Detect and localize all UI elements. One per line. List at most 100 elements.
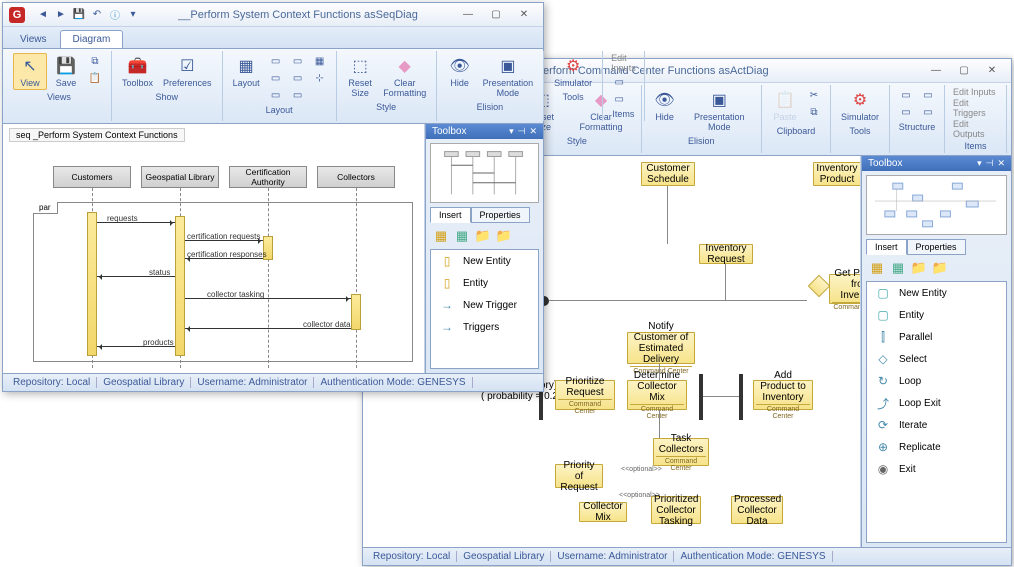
toolbox-dropdown-icon[interactable]: ▾ (977, 158, 982, 169)
toolbox-palette-icon-2[interactable]: ▦ (453, 227, 471, 245)
toolbox-pin-icon[interactable]: ⊣ (986, 158, 994, 169)
presentation-mode-button[interactable]: ▣Presentation Mode (479, 53, 538, 100)
grid-button[interactable]: ▦ (310, 53, 330, 69)
hide-button[interactable]: 👁Hide (443, 53, 477, 90)
toolbox-item-replicate[interactable]: ⊕Replicate (867, 436, 1006, 458)
toolbox-item-loop-exit[interactable]: ⤴Loop Exit (867, 392, 1006, 414)
toolbox-item-new-entity[interactable]: ▯New Entity (431, 250, 538, 272)
clear-formatting-button[interactable]: ◆Clear Formatting (380, 53, 430, 100)
save-button[interactable]: 💾Save (49, 53, 83, 90)
node-prioritized-tasking[interactable]: Prioritized Collector Tasking (651, 496, 701, 524)
toolbox-palette-icon-1[interactable]: ▦ (868, 259, 886, 277)
edit-inputs-link[interactable]: Edit Inputs (609, 53, 638, 73)
toolbox-item-entity[interactable]: ▢Entity (867, 304, 1006, 326)
lifeline-collectors[interactable]: Collectors (317, 166, 395, 188)
toolbox-tab-insert[interactable]: Insert (430, 207, 471, 223)
toolbox-pin-icon[interactable]: ⊣ (518, 126, 526, 137)
size-button[interactable]: ▭ (288, 87, 308, 103)
struct4-button[interactable]: ▭ (918, 104, 938, 120)
node-processed-data[interactable]: Processed Collector Data (731, 496, 783, 524)
edit-outputs-link[interactable]: Edit Outputs (951, 119, 1000, 139)
maximize-button[interactable]: ▢ (483, 6, 509, 24)
node-priority-request[interactable]: Priority of Request (555, 464, 603, 488)
view-button[interactable]: ↖View (13, 53, 47, 90)
toolbox-palette-icon-4[interactable]: 📁 (931, 259, 949, 277)
simulator-button[interactable]: ⚙Simulator (837, 87, 883, 124)
align-center-button[interactable]: ▭ (266, 70, 286, 86)
toolbox-palette-icon-2[interactable]: ▦ (889, 259, 907, 277)
toolbox-item-new-entity[interactable]: ▢New Entity (867, 282, 1006, 304)
node-collector-mix[interactable]: Collector Mix (579, 502, 627, 522)
activation-customers[interactable] (87, 212, 97, 356)
minimize-button[interactable]: — (455, 6, 481, 24)
item-icon-2[interactable]: ▭ (609, 91, 629, 107)
decision-node[interactable] (808, 275, 831, 298)
qat-forward-icon[interactable]: ► (53, 7, 69, 23)
toolbox-palette-icon-3[interactable]: 📁 (474, 227, 492, 245)
distribute-v-button[interactable]: ▭ (288, 70, 308, 86)
toolbox-palette-icon-4[interactable]: 📁 (495, 227, 513, 245)
distribute-h-button[interactable]: ▭ (288, 53, 308, 69)
simulator-button[interactable]: ⚙Simulator (550, 53, 596, 90)
struct3-button[interactable]: ▭ (918, 87, 938, 103)
qat-undo-icon[interactable]: ↶ (89, 7, 105, 23)
node-determine-mix[interactable]: Determine Collector MixCommand Center (627, 380, 687, 410)
align-left-button[interactable]: ▭ (266, 53, 286, 69)
node-add-product[interactable]: Add Product to InventoryCommand Center (753, 380, 813, 410)
edit-inputs-link[interactable]: Edit Inputs (951, 87, 998, 97)
snap-button[interactable]: ⊹ (310, 70, 330, 86)
toolbox-item-exit[interactable]: ◉Exit (867, 458, 1006, 480)
toolbox-tab-properties[interactable]: Properties (471, 207, 530, 223)
align-right-button[interactable]: ▭ (266, 87, 286, 103)
activation-geospatial[interactable] (175, 216, 185, 356)
preferences-button[interactable]: ☑Preferences (159, 53, 216, 90)
toolbox-item-new-trigger[interactable]: →New Trigger (431, 294, 538, 316)
qat-save-icon[interactable]: 💾 (71, 7, 87, 23)
toolbox-item-select[interactable]: ◇Select (867, 348, 1006, 370)
struct2-button[interactable]: ▭ (896, 104, 916, 120)
maximize-button[interactable]: ▢ (951, 62, 977, 80)
fork-bar-2[interactable] (739, 374, 743, 420)
edit-triggers-link[interactable]: Edit Triggers (951, 98, 1000, 118)
node-get-product[interactable]: Get Product from InventoryCommand Center (829, 274, 861, 304)
tab-diagram[interactable]: Diagram (60, 30, 124, 48)
paste-button[interactable]: 📋Paste (768, 87, 802, 124)
node-inventory-product[interactable]: Inventory Product (813, 162, 861, 186)
lifeline-certification-authority[interactable]: Certification Authority (229, 166, 307, 188)
toolbox-tab-properties[interactable]: Properties (907, 239, 966, 255)
node-inventory-request[interactable]: Inventory Request (699, 244, 753, 264)
toolbox-close-icon[interactable]: ✕ (529, 126, 537, 137)
toolbox-item-triggers[interactable]: →Triggers (431, 316, 538, 338)
item-icon-1[interactable]: ▭ (609, 74, 629, 90)
presentation-mode-button[interactable]: ▣Presentation Mode (684, 87, 755, 134)
paste-button[interactable]: 📋 (85, 70, 105, 86)
qat-help-icon[interactable]: ⓘ (107, 7, 123, 23)
struct1-button[interactable]: ▭ (896, 87, 916, 103)
hide-button[interactable]: 👁Hide (648, 87, 682, 124)
node-customer-schedule[interactable]: Customer Schedule (641, 162, 695, 186)
copy-button[interactable]: ⧉ (85, 53, 105, 69)
toolbox-button[interactable]: 🧰Toolbox (118, 53, 157, 90)
toolbox-item-entity[interactable]: ▯Entity (431, 272, 538, 294)
activation-collectors[interactable] (351, 294, 361, 330)
toolbox-close-icon[interactable]: ✕ (997, 158, 1005, 169)
node-notify-customer[interactable]: Notify Customer of Estimated DeliveryCom… (627, 332, 695, 364)
cut-button[interactable]: ✂ (804, 87, 824, 103)
node-prioritize-request[interactable]: Prioritize RequestCommand Center (555, 380, 615, 410)
toolbox-item-loop[interactable]: ↻Loop (867, 370, 1006, 392)
toolbox-dropdown-icon[interactable]: ▾ (509, 126, 514, 137)
minimize-button[interactable]: — (923, 62, 949, 80)
layout-button[interactable]: ▦Layout (229, 53, 264, 90)
join-bar-1[interactable] (699, 374, 703, 420)
close-button[interactable]: ✕ (511, 6, 537, 24)
qat-dropdown-icon[interactable]: ▾ (125, 7, 141, 23)
lifeline-geospatial-library[interactable]: Geospatial Library (141, 166, 219, 188)
toolbox-item-parallel[interactable]: ⫿Parallel (867, 326, 1006, 348)
copy-button[interactable]: ⧉ (804, 104, 824, 120)
node-task-collectors[interactable]: Task CollectorsCommand Center (653, 438, 709, 466)
toolbox-palette-icon-3[interactable]: 📁 (910, 259, 928, 277)
breadcrumb[interactable]: seq _Perform System Context Functions (9, 128, 185, 142)
close-button[interactable]: ✕ (979, 62, 1005, 80)
tab-views[interactable]: Views (7, 30, 60, 48)
reset-size-button[interactable]: ⬚Reset Size (343, 53, 378, 100)
